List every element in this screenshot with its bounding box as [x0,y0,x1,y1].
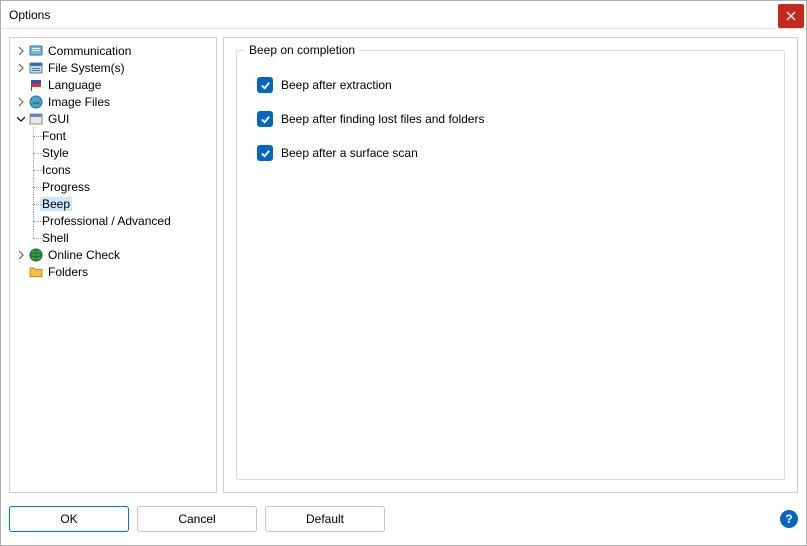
check-icon [260,148,271,159]
default-button[interactable]: Default [265,506,385,532]
tree-label: Style [40,146,71,160]
category-tree[interactable]: Communication File System(s) [9,37,217,493]
chevron-right-icon[interactable] [14,248,28,262]
tree-item-icons[interactable]: Icons [12,161,214,178]
folder-icon [28,264,44,280]
checkbox-row: Beep after finding lost files and folder… [257,111,764,127]
beep-groupbox: Beep on completion Beep after extraction… [236,50,785,480]
disk-icon [28,60,44,76]
window-icon [28,111,44,127]
tree-item-style[interactable]: Style [12,144,214,161]
tree-item-image-files[interactable]: Image Files [12,93,214,110]
question-icon: ? [785,512,792,526]
checkbox-label: Beep after a surface scan [281,146,418,160]
tree-item-gui[interactable]: GUI [12,110,214,127]
dialog-body: Communication File System(s) [1,29,806,501]
tree-label: Folders [46,265,90,279]
checkbox-row: Beep after a surface scan [257,145,764,161]
tree-label: Font [40,129,68,143]
tree-item-font[interactable]: Font [12,127,214,144]
window-title: Options [9,8,50,22]
tree-item-beep[interactable]: Beep [12,195,214,212]
tree-label: Progress [40,180,92,194]
tree-label: File System(s) [46,61,127,75]
beep-lost-files-checkbox[interactable] [257,111,273,127]
image-icon [28,94,44,110]
tree-label: Online Check [46,248,122,262]
checkbox-label: Beep after finding lost files and folder… [281,112,484,126]
cancel-button[interactable]: Cancel [137,506,257,532]
tree-label: Beep [40,197,72,211]
settings-panel: Beep on completion Beep after extraction… [223,37,798,493]
tree-label: Image Files [46,95,112,109]
chevron-right-icon[interactable] [14,61,28,75]
tree-item-shell[interactable]: Shell [12,229,214,246]
tree-item-language[interactable]: Language [12,76,214,93]
tree-label: Language [46,78,103,92]
globe-icon [28,247,44,263]
groupbox-title: Beep on completion [245,43,359,57]
help-button[interactable]: ? [780,510,798,528]
tree-item-folders[interactable]: Folders [12,263,214,280]
options-dialog: Options Communication [0,0,807,546]
ok-button[interactable]: OK [9,506,129,532]
tree-label: Icons [40,163,73,177]
chevron-right-icon[interactable] [14,95,28,109]
titlebar: Options [1,1,806,29]
tree-label: Shell [40,231,71,245]
check-icon [260,114,271,125]
chevron-down-icon[interactable] [14,112,28,126]
button-bar: OK Cancel Default ? [1,501,806,545]
tree-item-file-systems[interactable]: File System(s) [12,59,214,76]
beep-extraction-checkbox[interactable] [257,77,273,93]
flag-icon [28,77,44,93]
check-icon [260,80,271,91]
tree-label: Communication [46,44,133,58]
close-icon [786,11,796,21]
tree-label: Professional / Advanced [40,214,173,228]
tree-label: GUI [46,112,71,126]
close-button[interactable] [778,4,804,28]
tree-item-professional[interactable]: Professional / Advanced [12,212,214,229]
tree-item-online-check[interactable]: Online Check [12,246,214,263]
tree-item-progress[interactable]: Progress [12,178,214,195]
chevron-right-icon[interactable] [14,44,28,58]
communication-icon [28,43,44,59]
checkbox-row: Beep after extraction [257,77,764,93]
tree-item-communication[interactable]: Communication [12,42,214,59]
beep-surface-scan-checkbox[interactable] [257,145,273,161]
checkbox-label: Beep after extraction [281,78,392,92]
